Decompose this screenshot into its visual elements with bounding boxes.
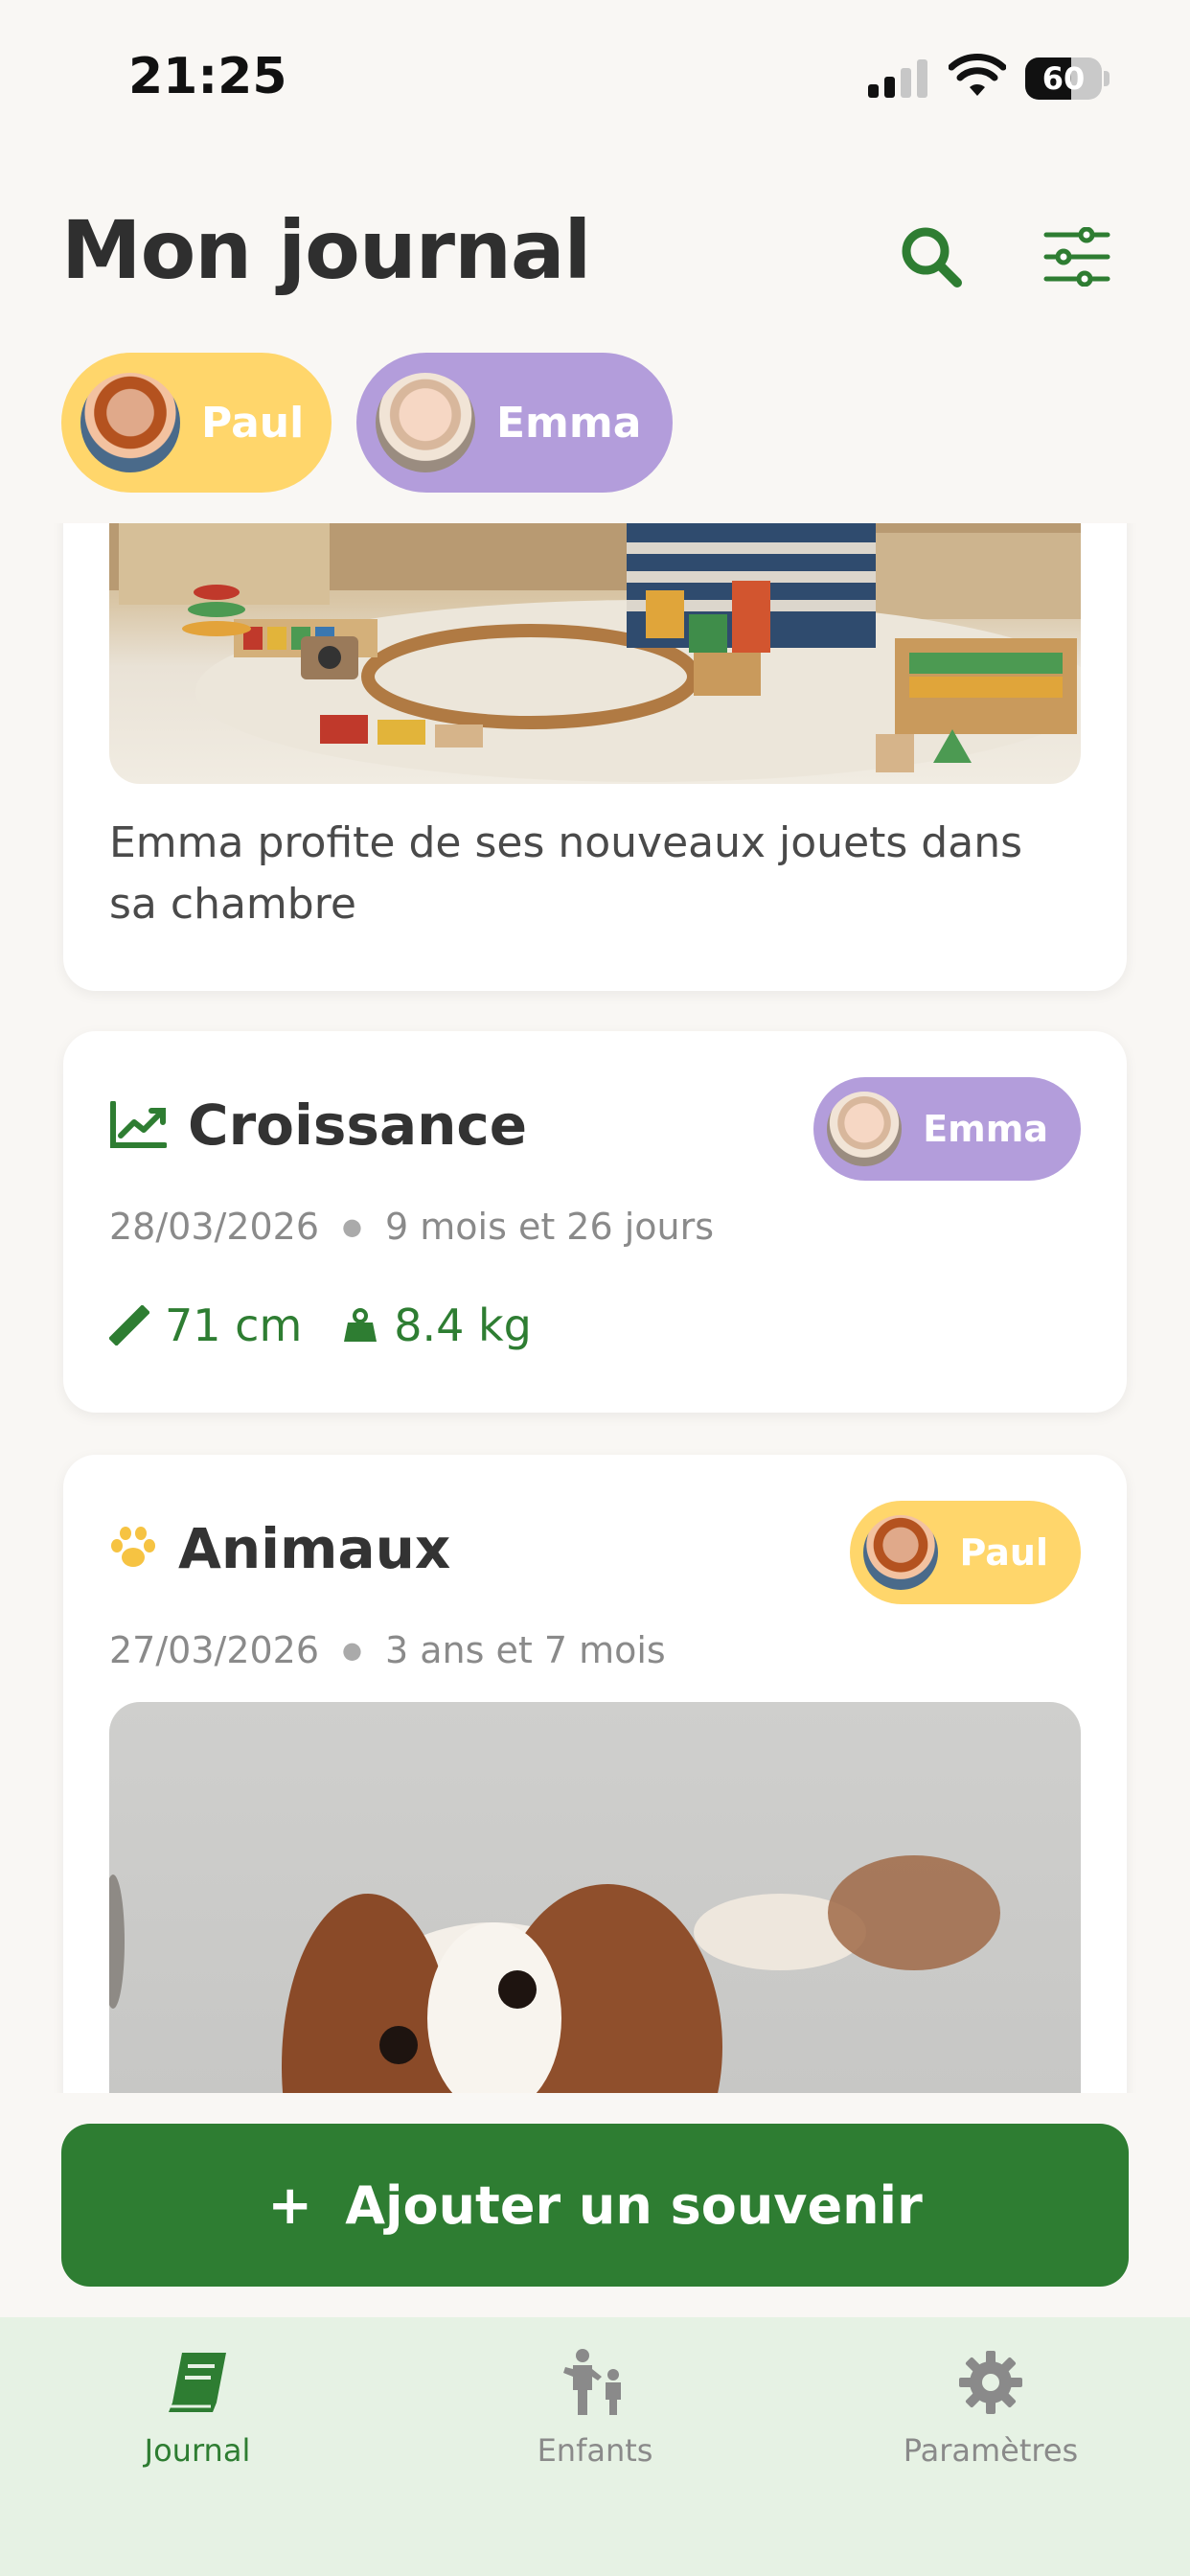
add-memory-button[interactable]: + Ajouter un souvenir — [61, 2124, 1129, 2287]
wifi-icon — [949, 54, 1006, 96]
avatar-paul — [863, 1515, 939, 1590]
ruler-icon — [109, 1305, 149, 1346]
card-header: Animaux — [109, 1516, 450, 1581]
avatar-emma — [827, 1092, 903, 1166]
avatar-paul — [80, 373, 180, 472]
filter-button[interactable] — [1039, 218, 1115, 295]
card-meta: 28/03/2026 ● 9 mois et 26 jours — [109, 1206, 715, 1248]
page-title: Mon journal — [61, 203, 591, 297]
card-age: 3 ans et 7 mois — [384, 1629, 666, 1671]
chip-paul[interactable]: Paul — [61, 353, 332, 493]
signal-icon — [868, 59, 927, 98]
memory-card[interactable]: Emma profite de ses nouveaux jouets dans… — [63, 523, 1127, 991]
card-header: Croissance — [109, 1092, 527, 1158]
children-icon — [563, 2349, 621, 2415]
memory-caption: Emma profite de ses nouveaux jouets dans… — [109, 818, 1023, 929]
child-filter-chips: Paul Emma — [61, 353, 673, 493]
weight-value: 8.4 kg — [394, 1300, 532, 1351]
search-icon — [902, 227, 962, 288]
height-value: 71 cm — [165, 1300, 303, 1351]
growth-measures: 71 cm 8.4 kg — [109, 1300, 572, 1351]
memory-card[interactable]: Animaux Paul 27/03/2026 ● 3 ans et 7 moi… — [63, 1455, 1127, 2093]
paw-icon — [111, 1527, 155, 1567]
card-date: 27/03/2026 — [109, 1629, 320, 1671]
child-tag-paul: Paul — [850, 1501, 1081, 1604]
memory-photo — [109, 523, 1081, 784]
add-memory-label: Ajouter un souvenir — [345, 2174, 923, 2236]
battery-percent: 60 — [1041, 60, 1086, 97]
tab-enfants[interactable]: Enfants — [451, 2346, 739, 2469]
tab-label: Journal — [144, 2432, 251, 2469]
memory-card[interactable]: Croissance Emma 28/03/2026 ● 9 mois et 2… — [63, 1031, 1127, 1413]
tab-parametres[interactable]: Paramètres — [847, 2346, 1134, 2469]
tab-journal[interactable]: Journal — [54, 2346, 341, 2469]
status-bar: 21:25 60 — [0, 0, 1190, 144]
card-category: Animaux — [178, 1516, 451, 1581]
memory-photo — [109, 1702, 1081, 2093]
tab-label: Paramètres — [903, 2432, 1079, 2469]
chip-label: Paul — [201, 398, 305, 448]
search-button[interactable] — [893, 218, 970, 295]
plus-icon: + — [267, 2174, 313, 2237]
card-meta: 27/03/2026 ● 3 ans et 7 mois — [109, 1629, 666, 1671]
chip-label: Emma — [496, 398, 642, 448]
chip-emma[interactable]: Emma — [356, 353, 673, 493]
sliders-icon — [1043, 227, 1110, 287]
card-age: 9 mois et 26 jours — [384, 1206, 715, 1248]
journal-feed[interactable]: Emma profite de ses nouveaux jouets dans… — [0, 523, 1190, 2093]
book-icon — [169, 2353, 226, 2412]
card-date: 28/03/2026 — [109, 1206, 320, 1248]
tab-label: Enfants — [537, 2432, 653, 2469]
tab-bar: Journal Enfants Paramètres — [0, 2317, 1190, 2576]
weight-icon — [344, 1308, 378, 1342]
growth-chart-icon — [110, 1101, 167, 1148]
gear-icon — [959, 2351, 1022, 2414]
child-tag-emma: Emma — [813, 1077, 1081, 1181]
avatar-emma — [376, 373, 475, 472]
card-category: Croissance — [188, 1092, 528, 1158]
tag-label: Emma — [923, 1108, 1048, 1150]
battery-indicator: 60 — [1025, 58, 1110, 100]
status-time: 21:25 — [128, 48, 287, 105]
tag-label: Paul — [959, 1531, 1048, 1574]
